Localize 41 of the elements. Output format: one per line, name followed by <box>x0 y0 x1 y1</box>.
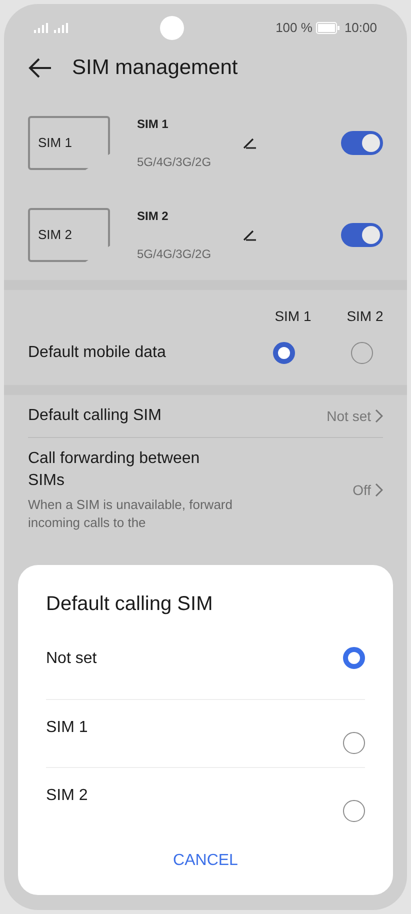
column-header: SIM 2 <box>346 307 384 326</box>
option-label: Not set <box>46 649 97 669</box>
camera-cutout <box>160 16 184 40</box>
sim-name: SIM 1 <box>137 116 170 133</box>
column-header: SIM 1 <box>274 307 312 326</box>
cancel-button[interactable]: CANCEL <box>165 843 246 879</box>
toggle-switch[interactable] <box>341 223 383 247</box>
battery-level: 100 % <box>276 19 312 38</box>
back-icon[interactable] <box>28 58 52 78</box>
setting-label: Default mobile data <box>28 343 167 363</box>
radio-button[interactable] <box>343 800 365 822</box>
edit-icon[interactable] <box>243 137 257 149</box>
toggle-switch[interactable] <box>341 131 383 155</box>
radio-button[interactable] <box>343 647 365 669</box>
radio-button[interactable] <box>273 342 295 364</box>
option-row[interactable]: SIM 2 <box>46 767 365 835</box>
setting-title[interactable]: Default calling SIM <box>28 405 178 427</box>
dialog-title: Default calling SIM <box>46 592 214 617</box>
setting-value: Off <box>352 480 371 500</box>
chevron-icon[interactable] <box>375 483 383 497</box>
sim-card-label: SIM 1 <box>38 134 72 152</box>
radio-button[interactable] <box>343 732 365 754</box>
signal-icon <box>34 23 48 33</box>
battery-icon <box>316 22 340 34</box>
setting-description: When a SIM is unavailable, forward incoming calls to the <box>28 496 234 532</box>
page-title: SIM management <box>72 55 238 82</box>
chevron-icon[interactable] <box>375 409 384 423</box>
network-types: 5G/4G/3G/2G <box>137 154 212 171</box>
setting-value: Not set <box>326 406 372 426</box>
network-types: 5G/4G/3G/2G <box>137 246 212 263</box>
clock: 10:00 <box>344 19 377 38</box>
option-row[interactable]: Not set <box>46 631 365 699</box>
signal-icon <box>54 23 68 33</box>
setting-title[interactable]: Call forwarding between SIMs <box>28 448 238 492</box>
option-label: SIM 2 <box>46 786 88 806</box>
sim-name: SIM 2 <box>137 208 170 225</box>
option-row[interactable]: SIM 1 <box>46 699 365 767</box>
sim-card-label: SIM 2 <box>38 226 72 244</box>
radio-button[interactable] <box>351 342 373 364</box>
option-label: SIM 1 <box>46 718 88 738</box>
edit-icon[interactable] <box>243 229 257 241</box>
